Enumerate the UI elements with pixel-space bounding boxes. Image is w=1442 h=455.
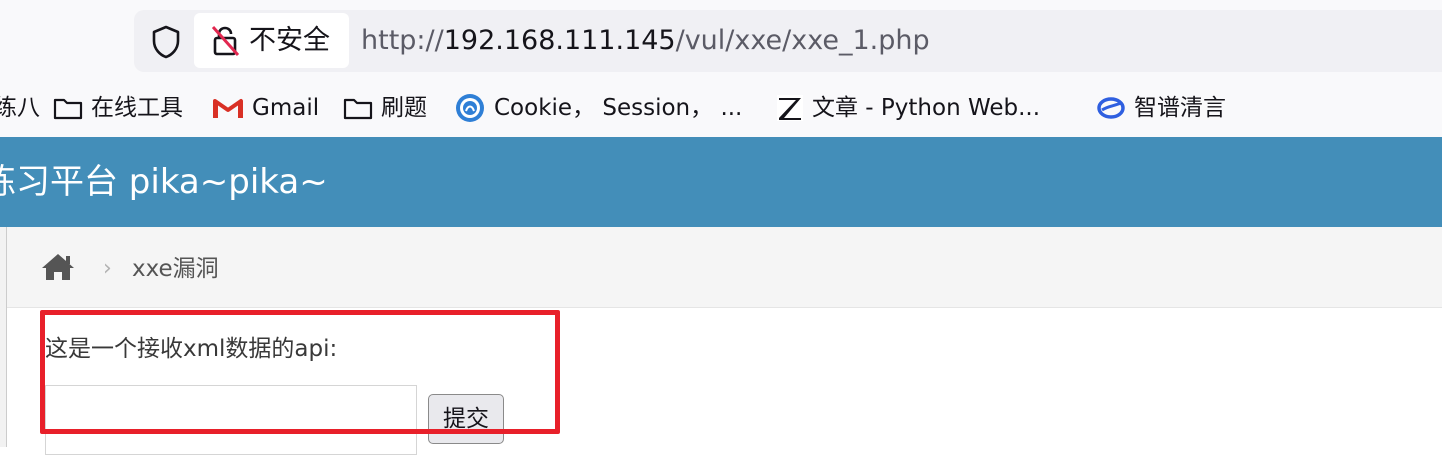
bookmark-cookie-session[interactable]: Cookie， Session， ... (454, 86, 742, 130)
breadcrumb-current: xxe漏洞 (132, 256, 219, 282)
site-header: 练习平台 pika~pika~ (0, 137, 1442, 227)
bookmark-item[interactable]: 练八 (0, 86, 40, 130)
gmail-icon (213, 99, 243, 118)
folder-icon (343, 98, 373, 120)
bookmark-label: Cookie， Session， ... (494, 95, 743, 121)
url-text[interactable]: http://192.168.111.145/vul/xxe/xxe_1.php (361, 20, 930, 62)
bookmark-folder-tools[interactable]: 在线工具 (53, 86, 183, 130)
url-scheme: http:// (361, 25, 444, 56)
url-host: 192.168.111.145 (443, 25, 676, 56)
breadcrumb (7, 227, 1442, 308)
api-label: 这是一个接收xml数据的api: (45, 336, 338, 362)
submit-button[interactable]: 提交 (428, 394, 504, 444)
bookmark-label: 在线工具 (91, 95, 183, 121)
zhihu-z-icon (777, 95, 803, 121)
url-path: /vul/xxe/xxe_1.php (675, 25, 930, 56)
bookmark-article[interactable]: 文章 - Python Web... (776, 86, 1040, 130)
insecure-lock-icon (211, 26, 240, 56)
bookmark-gmail[interactable]: Gmail (212, 86, 319, 130)
xml-input[interactable] (45, 385, 417, 455)
home-icon[interactable] (40, 252, 76, 282)
bookmark-folder-practice[interactable]: 刷题 (343, 86, 427, 130)
bookmark-label: Gmail (252, 95, 320, 121)
site-title[interactable]: 练习平台 pika~pika~ (0, 159, 328, 205)
breadcrumb-separator: › (103, 256, 112, 281)
bookmark-label: 智谱清言 (1134, 95, 1226, 121)
bookmark-label: 文章 - Python Web... (812, 95, 1041, 121)
bookmark-label: 练八 (0, 95, 40, 121)
site-globe-icon (456, 94, 484, 122)
shield-icon[interactable] (150, 24, 182, 60)
folder-icon (53, 98, 83, 120)
zhipu-logo-icon (1097, 97, 1125, 119)
bookmark-zhipu[interactable]: 智谱清言 (1096, 86, 1226, 130)
bookmark-label: 刷题 (381, 95, 427, 121)
security-label: 不安全 (249, 25, 330, 56)
bookmarks-bar: 练八 在线工具 Gmail 刷题 Cookie， Session， ... 文章… (0, 86, 1442, 130)
sidebar-edge (0, 227, 7, 447)
